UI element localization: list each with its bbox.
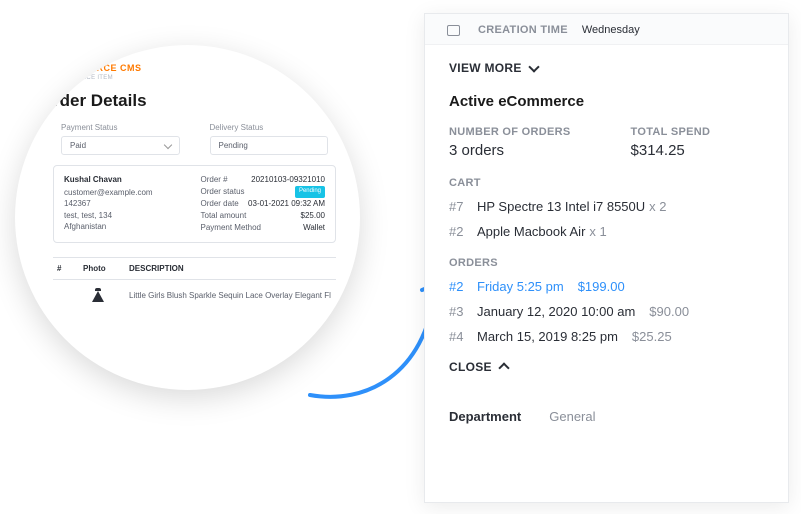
cart-item[interactable]: #2 Apple Macbook Air x 1 <box>449 224 764 239</box>
order-date-label: Order date <box>201 198 239 210</box>
order-number: #3 <box>449 304 477 319</box>
th-index: # <box>57 264 67 273</box>
ecommerce-sidebar: CREATION TIME Wednesday VIEW MORE Active… <box>424 13 789 503</box>
payment-status-label: Payment Status <box>61 123 180 132</box>
orders-count-label: NUMBER OF ORDERS <box>449 126 571 138</box>
delivery-status-value: Pending <box>219 141 248 150</box>
order-number-link[interactable]: 20210103-09321010 <box>251 174 325 186</box>
delivery-status-label: Delivery Status <box>210 123 329 132</box>
chevron-down-icon <box>528 61 539 72</box>
order-status-badge: Pending <box>295 186 325 198</box>
tab-department[interactable]: Department <box>449 403 521 430</box>
payment-method-value: Wallet <box>303 222 325 234</box>
order-number: #2 <box>449 279 477 294</box>
cart-label: CART <box>449 177 764 189</box>
customer-id: 142367 <box>64 198 189 209</box>
orders-label: ORDERS <box>449 257 764 269</box>
chevron-down-icon <box>163 140 171 148</box>
tab-general[interactable]: General <box>549 403 595 430</box>
cart-item-number: #7 <box>449 199 477 214</box>
cart-item-name: HP Spectre 13 Intel i7 8550U <box>477 199 645 214</box>
order-status-label: Order status <box>201 186 245 198</box>
brand-subtitle: ECOMMERCE ITEM <box>53 75 336 81</box>
order-number: #4 <box>449 329 477 344</box>
cart-item-qty: x 2 <box>649 199 666 214</box>
stats-row: NUMBER OF ORDERS 3 orders TOTAL SPEND $3… <box>449 126 764 159</box>
creation-time-label: CREATION TIME <box>478 24 568 36</box>
order-price: $25.25 <box>632 329 672 344</box>
order-date: Friday 5:25 pm <box>477 279 564 294</box>
order-date: March 15, 2019 8:25 pm <box>477 329 618 344</box>
section-title: Active eCommerce <box>449 93 764 110</box>
table-row: Little Girls Blush Sparkle Sequin Lace O… <box>53 280 336 310</box>
view-more-label: VIEW MORE <box>449 61 522 75</box>
order-meta: Order # 20210103-09321010 Order status Pen… <box>201 174 326 234</box>
status-row: Payment Status Paid Delivery Status Pend… <box>53 123 336 155</box>
order-details-box: Kushal Chavan customer@example.com 14236… <box>53 165 336 243</box>
order-item[interactable]: #2 Friday 5:25 pm $199.00 <box>449 279 764 294</box>
customer-country: Afghanistan <box>64 221 189 232</box>
order-details-circle: ECOMMERCE CMS ECOMMERCE ITEM rder Detail… <box>15 45 360 390</box>
creation-time-bar: CREATION TIME Wednesday <box>425 14 788 45</box>
row-photo <box>83 288 113 302</box>
row-description: Little Girls Blush Sparkle Sequin Lace O… <box>129 291 331 300</box>
items-table-header: # Photo DESCRIPTION <box>53 257 336 280</box>
total-amount-label: Total amount <box>201 210 247 222</box>
customer-email: customer@example.com <box>64 187 189 198</box>
order-item[interactable]: #3 January 12, 2020 10:00 am $90.00 <box>449 304 764 319</box>
cart-item-name: Apple Macbook Air <box>477 224 585 239</box>
payment-status-value: Paid <box>70 141 86 150</box>
brand-name: ECOMMERCE CMS <box>53 63 336 73</box>
order-number-label: Order # <box>201 174 228 186</box>
payment-method-label: Payment Method <box>201 222 261 234</box>
th-description: DESCRIPTION <box>129 264 184 273</box>
view-more-button[interactable]: VIEW MORE <box>449 61 764 75</box>
customer-name: Kushal Chavan <box>64 174 189 185</box>
cart-item-number: #2 <box>449 224 477 239</box>
order-price: $90.00 <box>649 304 689 319</box>
total-amount-value: $25.00 <box>301 210 325 222</box>
close-label: CLOSE <box>449 360 492 374</box>
order-date-value: 03-01-2021 09:32 AM <box>248 198 325 210</box>
total-spend-value: $314.25 <box>631 142 711 159</box>
tabs: Department General <box>449 394 764 430</box>
orders-count-value: 3 orders <box>449 142 571 159</box>
order-price: $199.00 <box>578 279 625 294</box>
calendar-icon <box>447 25 460 36</box>
order-date: January 12, 2020 10:00 am <box>477 304 635 319</box>
page-title: rder Details <box>53 91 336 111</box>
customer-address: test, test, 134 <box>64 210 189 221</box>
total-spend-label: TOTAL SPEND <box>631 126 711 138</box>
order-item[interactable]: #4 March 15, 2019 8:25 pm $25.25 <box>449 329 764 344</box>
chevron-up-icon <box>498 362 509 373</box>
cart-item[interactable]: #7 HP Spectre 13 Intel i7 8550U x 2 <box>449 199 764 214</box>
dress-icon <box>92 288 104 302</box>
th-photo: Photo <box>83 264 113 273</box>
delivery-status-select[interactable]: Pending <box>210 136 329 155</box>
cart-item-qty: x 1 <box>589 224 606 239</box>
creation-time-value: Wednesday <box>582 24 640 36</box>
close-button[interactable]: CLOSE <box>449 360 764 374</box>
payment-status-select[interactable]: Paid <box>61 136 180 155</box>
customer-info: Kushal Chavan customer@example.com 14236… <box>64 174 189 234</box>
